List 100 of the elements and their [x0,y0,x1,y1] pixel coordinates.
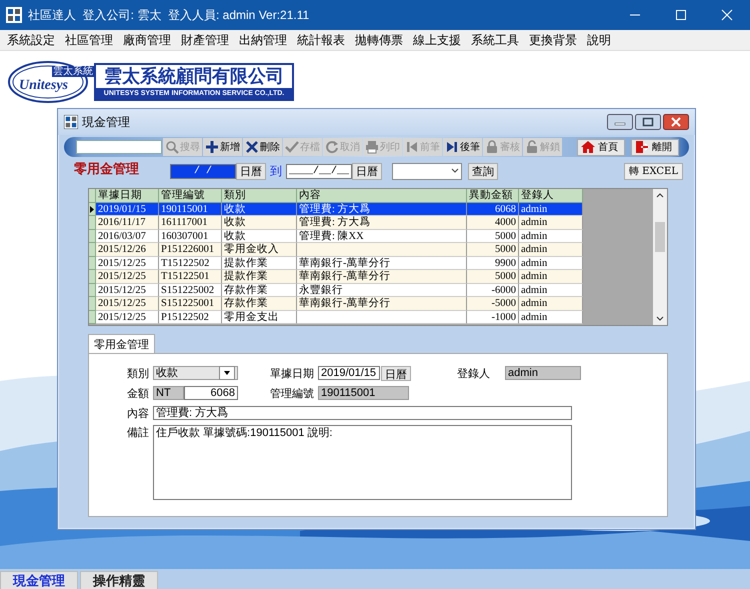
table-cell: admin [519,230,583,243]
calendar-button[interactable]: 日曆 [236,162,266,180]
table-cell: -5000 [467,297,519,310]
table-cell: 零用金收入 [222,243,297,256]
table-cell: 5000 [467,270,519,284]
date-field[interactable]: ____/__/__ [286,164,352,178]
table-cell: -1000 [467,310,519,324]
table-cell: S151225001 [159,297,222,310]
column-header[interactable]: 異動金額 [467,189,519,202]
table-cell: 161117001 [159,216,222,230]
remarks-field[interactable]: 住戶收款 單據號碼:190115001 說明: [153,425,572,500]
table-cell: 6068 [467,202,519,216]
toolbar-button[interactable]: 刪除 [243,138,282,156]
date-field[interactable]: 2019/01/15 [318,366,380,380]
maximize-icon[interactable] [635,114,661,130]
refresh-icon [325,140,339,154]
logo-text: Unitesys [19,78,68,93]
menu-item[interactable]: 線上支援 [408,32,466,48]
table-cell: 9900 [467,256,519,270]
calendar-button[interactable]: 日曆 [352,162,382,180]
category-dropdown[interactable]: 收款 [153,366,238,380]
toolbar-button[interactable]: 新增 [203,138,242,156]
table-cell: admin [519,310,583,324]
menu-item[interactable]: 廠商管理 [118,32,176,48]
date-field[interactable]: / / [170,164,236,178]
menu-item[interactable]: 系統工具 [466,32,524,48]
table-cell: 190115001 [159,202,222,216]
calendar-button[interactable]: 日曆 [381,366,411,380]
scroll-thumb[interactable] [653,222,667,252]
section-heading: 零用金管理 [74,160,140,178]
table-cell: 提款作業 [222,256,297,270]
menu-item[interactable]: 說明 [582,32,616,48]
table-cell: -6000 [467,284,519,297]
query-button[interactable]: 查詢 [468,162,498,180]
table-cell: admin [519,284,583,297]
field-label: 內容 [127,406,149,420]
column-header[interactable]: 管理編號 [159,189,222,202]
table-cell: 零用金支出 [222,310,297,324]
menu-item[interactable]: 出納管理 [234,32,292,48]
recorder-field: admin [505,366,581,380]
table-cell: 5000 [467,243,519,256]
printer-icon [365,140,379,154]
close-icon[interactable] [663,114,689,130]
column-header[interactable]: 內容 [297,189,467,202]
home-icon [581,140,595,154]
row-header[interactable] [89,202,96,216]
skip-back-icon [405,140,419,154]
column-header[interactable]: 類別 [222,189,297,202]
menu-item[interactable]: 社區管理 [60,32,118,48]
search-field[interactable] [76,140,162,154]
table-cell: 收款 [222,202,297,216]
toolbar-button[interactable]: 後筆 [443,138,482,156]
app-icon [64,115,78,129]
table-cell: 2015/12/26 [96,243,159,256]
menu-item[interactable]: 財產管理 [176,32,234,48]
table-cell: 160307001 [159,230,222,243]
field-label: 單據日期 [270,366,314,380]
menu-item[interactable]: 統計報表 [292,32,350,48]
bottom-tab[interactable]: 現金管理 [0,571,78,589]
field-label: 登錄人 [457,366,491,380]
range-label: 到 [270,162,282,180]
table-cell: 2015/12/25 [96,297,159,310]
menu-item[interactable]: 系統設定 [2,32,60,48]
unlock-icon [525,140,539,154]
amount-field[interactable]: 6068 [184,386,238,400]
nav-button[interactable]: 離開 [631,138,679,156]
table-cell: P151226001 [159,243,222,256]
table-cell: 華南銀行-萬華分行 [297,297,467,310]
table-cell: 管理費: 方大爲 [297,216,467,230]
dropdown-field[interactable] [392,162,462,180]
menu-item[interactable]: 拋轉傳票 [350,32,408,48]
column-header[interactable]: 登錄人 [519,189,583,202]
table-cell: 收款 [222,230,297,243]
panel-tab[interactable]: 零用金管理 [88,334,155,353]
menu-item[interactable]: 更換背景 [524,32,582,48]
nav-button[interactable]: 首頁 [577,138,625,156]
bottom-tab[interactable]: 操作精靈 [80,571,158,589]
table-cell: 4000 [467,216,519,230]
table-cell: 2015/12/25 [96,284,159,297]
table-cell: 管理費: 方大爲 [297,202,467,216]
table-cell: 2019/01/15 [96,202,159,216]
logo-badge: 雲太系統 [52,66,94,77]
minimize-icon[interactable] [607,114,633,130]
table-cell: 存款作業 [222,297,297,310]
field-label: 金額 [127,386,149,400]
window-title: 社區達人 登入公司: 雲太 登入人員: admin Ver:21.11 [28,6,310,24]
company-name: 雲太系統顧問有限公司 [104,65,284,88]
search-icon [165,140,179,154]
column-header[interactable]: 單據日期 [96,189,159,202]
window-title: 現金管理 [82,114,130,130]
table-cell: admin [519,243,583,256]
table-cell: 2015/12/25 [96,270,159,284]
table-cell: 管理費: 陳XX [297,230,467,243]
table-cell: 華南銀行-萬華分行 [297,256,467,270]
export-button[interactable]: 轉 EXCEL [624,162,683,180]
table-cell: 2015/12/25 [96,256,159,270]
table-cell: 存款作業 [222,284,297,297]
currency-field: NT [153,386,184,400]
content-field[interactable]: 管理費: 方大爲 [153,406,572,420]
table-cell: T15122501 [159,270,222,284]
